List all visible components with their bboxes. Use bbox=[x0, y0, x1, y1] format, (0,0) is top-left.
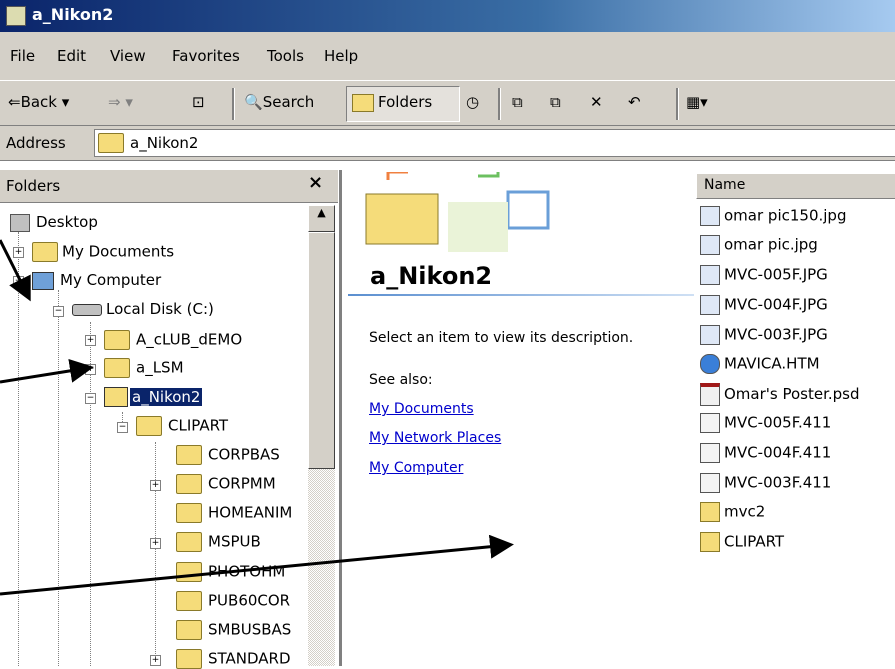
annotation-arrow bbox=[0, 239, 31, 302]
annotation-arrow bbox=[0, 534, 514, 596]
annotation-arrow bbox=[0, 358, 94, 384]
annotation-arrows bbox=[0, 239, 514, 596]
